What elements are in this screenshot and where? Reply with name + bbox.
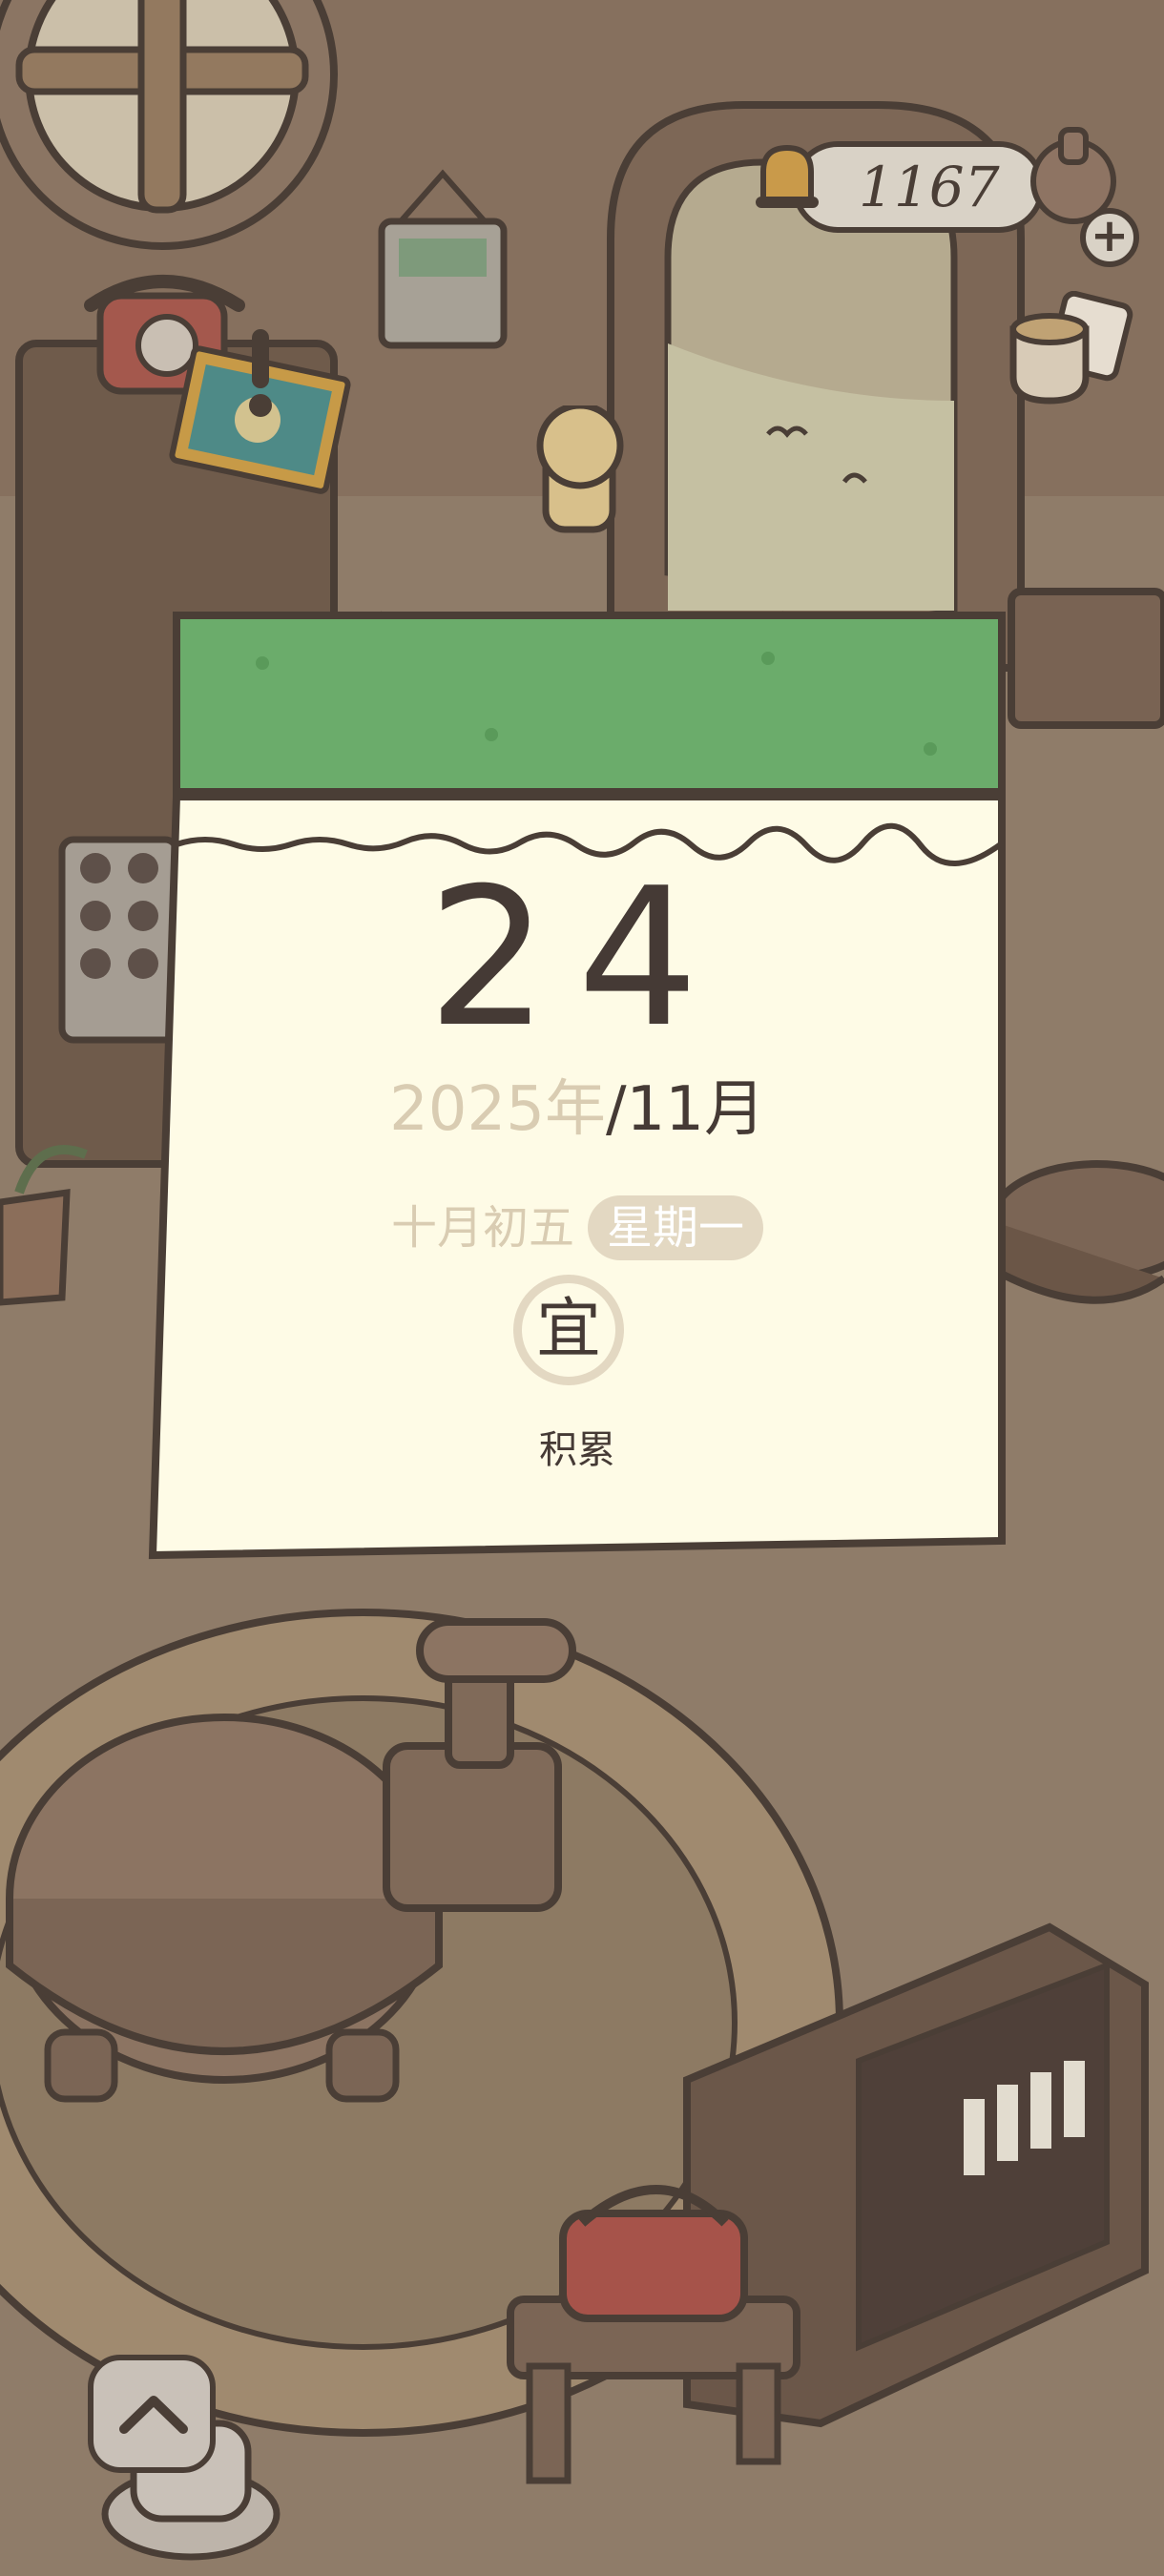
clover-count-text: 1167 [859, 155, 1000, 219]
yi-badge: 宜 [513, 1275, 624, 1385]
bell-icon [756, 144, 819, 208]
game-scene: 1167 + 24 2025年/11月 十月初五 星期一 宜 积累 [0, 0, 1164, 2576]
weekday-badge: 星期一 [588, 1195, 764, 1260]
calendar-year: 2025年 [389, 1074, 606, 1145]
lunar-date: 十月初五 [390, 1201, 574, 1255]
teacup-icon [1009, 290, 1133, 405]
calendar-year-month: 2025年/11月 [148, 1067, 1007, 1153]
auspicious-activity: 积累 [539, 1428, 615, 1472]
calendar-month: /11月 [605, 1074, 765, 1145]
round-table [5, 1714, 443, 2103]
plus-icon: + [1090, 209, 1130, 262]
teacup-button[interactable] [1002, 290, 1135, 415]
calendar-lunar-row: 十月初五 星期一 [148, 1188, 1007, 1262]
calendar-hanger-peg [536, 405, 624, 533]
chevron-up-icon [119, 2396, 188, 2434]
expand-menu-button[interactable] [88, 2355, 216, 2473]
add-clover-button[interactable]: + [1080, 208, 1139, 267]
calendar-day: 24 [426, 847, 728, 1070]
